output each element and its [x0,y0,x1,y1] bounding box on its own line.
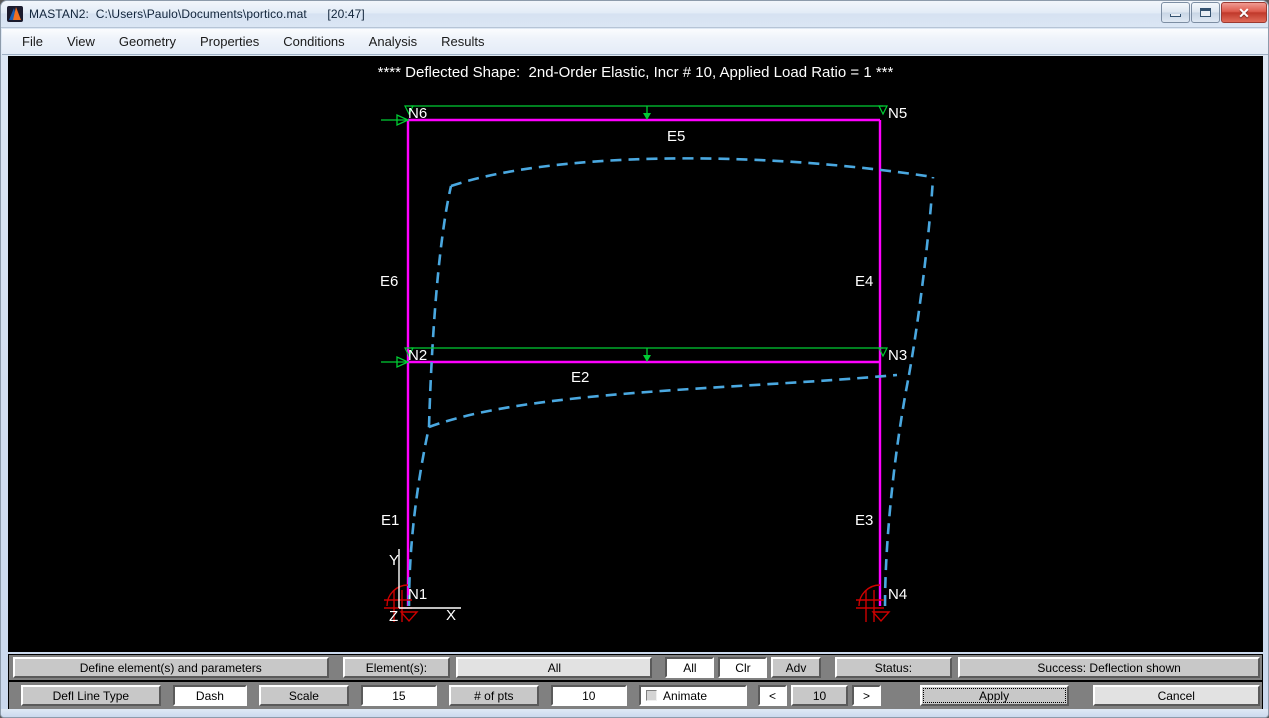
element-label-E4: E4 [855,273,873,290]
menu-item-results[interactable]: Results [431,31,494,52]
undeformed-frame [406,118,882,606]
menu-item-view[interactable]: View [57,31,105,52]
elements-value-field[interactable]: All [456,657,653,678]
menu-item-properties[interactable]: Properties [190,31,269,52]
deflected-element-E4 [907,176,935,376]
element-label-E3: E3 [855,512,873,529]
status-value: Success: Deflection shown [958,657,1260,678]
element-label-E6: E6 [380,273,398,290]
load-marker-N5 [878,105,888,116]
deflected-element-E5 [450,157,934,188]
window-controls: ✕ [1160,2,1267,23]
step-value-field[interactable]: 10 [790,685,849,706]
element-label-E5: E5 [667,128,685,145]
deflected-element-E1 [407,426,431,607]
applied-loads [381,105,888,369]
element-label-E1: E1 [381,512,399,529]
status-label: Status: [834,657,953,678]
node-label-N4: N4 [888,586,907,603]
window-bottom-edge [1,709,1268,717]
animate-checkbox[interactable]: Animate [639,685,748,706]
node-label-N5: N5 [888,105,907,122]
scale-label: Scale [259,685,349,706]
apply-button[interactable]: Apply [919,685,1069,706]
clr-button[interactable]: Clr [718,657,768,678]
elements-label: Element(s): [342,657,451,678]
defl-line-type-field[interactable]: Dash [172,685,248,706]
cancel-button[interactable]: Cancel [1092,685,1260,706]
node-label-N3: N3 [888,347,907,364]
minimize-button[interactable] [1161,2,1190,23]
axis-label-z: Z [389,608,398,625]
deflected-element-E6 [427,185,453,428]
define-elements-label: Define element(s) and parameters [13,657,329,678]
scale-field[interactable]: 15 [360,685,438,706]
node-label-N6: N6 [408,105,427,122]
window-title: MASTAN2: C:\Users\Paulo\Documents\portic… [29,7,365,21]
deflected-element-E2 [428,373,898,429]
axis-label-y: Y [389,552,399,569]
node-label-N2: N2 [408,347,427,364]
panel-row-parameters: Defl Line Type Dash Scale 15 # of pts 10… [9,682,1262,709]
adv-button[interactable]: Adv [771,657,821,678]
prev-step-button[interactable]: < [758,685,787,706]
animate-label: Animate [663,688,708,703]
checkbox-icon [646,690,658,701]
model-canvas[interactable]: **** Deflected Shape: 2nd-Order Elastic,… [8,56,1263,652]
maximize-icon [1200,8,1211,17]
minimize-icon [1170,14,1181,17]
deflected-shape-drawing: Y X Z N1 N2 N3 N4 N5 N6 E1 E2 E3 E4 E5 E… [380,105,935,625]
matlab-icon [7,6,23,22]
deflected-element-E3 [883,374,911,607]
menu-item-geometry[interactable]: Geometry [109,31,186,52]
close-button[interactable]: ✕ [1221,2,1267,23]
menu-item-analysis[interactable]: Analysis [359,31,427,52]
element-label-E2: E2 [571,369,589,386]
defl-line-type-label: Defl Line Type [21,685,161,706]
bottom-control-panel: Define element(s) and parameters Element… [8,654,1263,710]
node-label-N1: N1 [408,586,427,603]
next-step-button[interactable]: > [852,685,881,706]
application-window: MASTAN2: C:\Users\Paulo\Documents\portic… [0,0,1269,718]
title-bar: MASTAN2: C:\Users\Paulo\Documents\portic… [1,1,1268,28]
axis-label-x: X [446,607,456,624]
close-icon: ✕ [1238,4,1250,21]
maximize-button[interactable] [1191,2,1220,23]
supports [384,584,891,623]
menu-bar: File View Geometry Properties Conditions… [2,29,1268,55]
deflected-shape [407,157,935,607]
num-pts-field[interactable]: 10 [550,685,628,706]
panel-row-status: Define element(s) and parameters Element… [9,655,1262,682]
all-button[interactable]: All [665,657,715,678]
menu-item-file[interactable]: File [12,31,53,52]
num-pts-label: # of pts [449,685,539,706]
menu-item-conditions[interactable]: Conditions [273,31,354,52]
